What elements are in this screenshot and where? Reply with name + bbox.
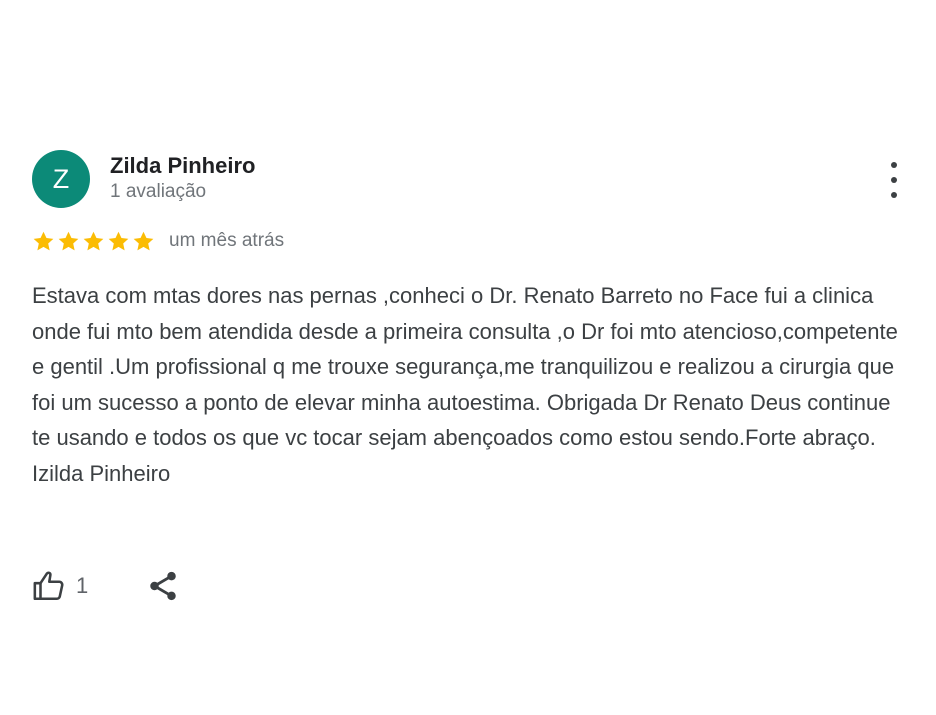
review-date: um mês atrás: [169, 230, 285, 251]
avatar-letter: Z: [52, 163, 70, 194]
star-icon: [133, 231, 154, 250]
more-options-button[interactable]: [888, 162, 900, 198]
star-icon: [33, 231, 54, 250]
review-header: Z Zilda Pinheiro 1 avaliação: [32, 150, 904, 208]
more-vertical-icon: [891, 162, 897, 168]
reviewer-info: Zilda Pinheiro 1 avaliação: [110, 152, 255, 204]
more-vertical-icon-dot: [891, 192, 897, 198]
share-button[interactable]: [146, 569, 180, 603]
rating-row: um mês atrás: [32, 228, 284, 254]
like-button[interactable]: 1: [32, 569, 88, 603]
star-icon: [83, 231, 104, 250]
more-vertical-icon-dot: [891, 177, 897, 183]
like-count: 1: [76, 573, 89, 598]
reviewer-review-count: 1 avaliação: [110, 181, 207, 202]
review-card: Z Zilda Pinheiro 1 avaliação um mês atrá…: [32, 150, 904, 601]
reviewer-name[interactable]: Zilda Pinheiro: [110, 152, 255, 180]
star-rating: [32, 230, 155, 253]
share-icon: [150, 571, 176, 601]
star-icon: [108, 231, 129, 250]
avatar[interactable]: Z: [32, 150, 90, 208]
review-text: Estava com mtas dores nas pernas ,conhec…: [32, 283, 898, 486]
thumbs-up-icon: [33, 571, 64, 601]
star-icon: [58, 231, 79, 250]
review-actions: 1: [32, 568, 180, 604]
